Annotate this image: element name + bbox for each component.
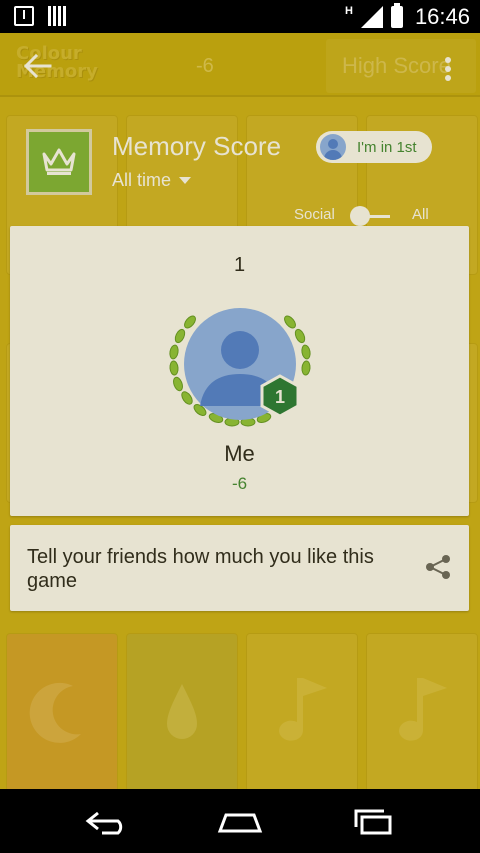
back-icon[interactable] xyxy=(82,807,130,837)
time-filter-label: All time xyxy=(112,170,172,190)
game-background: Colour Memory -6 High Score Memory Score… xyxy=(0,33,480,789)
dropdown-caret-icon xyxy=(179,177,192,184)
toggle-all-label: All xyxy=(412,206,429,223)
overflow-menu-icon[interactable] xyxy=(444,57,452,81)
barcode-icon xyxy=(48,6,68,26)
game-tile-note xyxy=(366,633,478,789)
app-bar: Colour Memory -6 High Score xyxy=(0,33,480,97)
drop-icon xyxy=(167,684,197,739)
leaderboard-header: Memory Score All time I'm in 1st Social … xyxy=(0,97,480,227)
signal-icon xyxy=(360,6,383,28)
rank-badge-number: 1 xyxy=(275,387,285,407)
toggle-knob[interactable] xyxy=(350,206,370,226)
recent-apps-icon[interactable] xyxy=(350,807,398,837)
music-note-icon xyxy=(399,678,447,741)
moon-icon xyxy=(29,682,81,743)
clock: 16:46 xyxy=(414,4,470,29)
high-score-button[interactable]: High Score xyxy=(326,39,476,93)
leaderboard-icon xyxy=(26,129,92,195)
game-tile-note xyxy=(246,633,358,789)
time-filter-dropdown[interactable]: All time xyxy=(112,170,192,191)
system-nav-bar xyxy=(0,789,480,853)
current-score: -6 xyxy=(196,55,214,77)
leaderboard-title: Memory Score xyxy=(112,131,282,161)
rank-chip-label: I'm in 1st xyxy=(357,138,417,156)
share-icon[interactable] xyxy=(424,553,452,581)
player-name: Me xyxy=(224,441,255,466)
music-note-icon xyxy=(279,678,327,741)
player-score: -6 xyxy=(231,474,248,493)
laurel-wreath-avatar: 1 xyxy=(169,308,311,427)
player-rank: 1 xyxy=(233,254,246,276)
top-player-card[interactable]: 1 1 Me -6 xyxy=(10,226,469,516)
status-bar: H 16:46 xyxy=(0,0,480,33)
my-rank-chip[interactable]: I'm in 1st xyxy=(316,131,432,163)
home-icon[interactable] xyxy=(216,807,264,837)
crown-icon xyxy=(42,148,76,175)
game-tile-drop xyxy=(126,633,238,789)
battery-icon xyxy=(390,3,403,28)
share-card[interactable]: Tell your friends how much you like this… xyxy=(10,525,469,611)
toggle-social-label: Social xyxy=(294,206,335,223)
network-type-label: H xyxy=(344,5,353,17)
back-arrow-icon[interactable] xyxy=(22,53,52,79)
game-tile-moon xyxy=(6,633,118,789)
share-prompt-text: Tell your friends how much you like this… xyxy=(27,546,374,592)
avatar xyxy=(318,132,348,162)
download-icon xyxy=(14,6,34,26)
